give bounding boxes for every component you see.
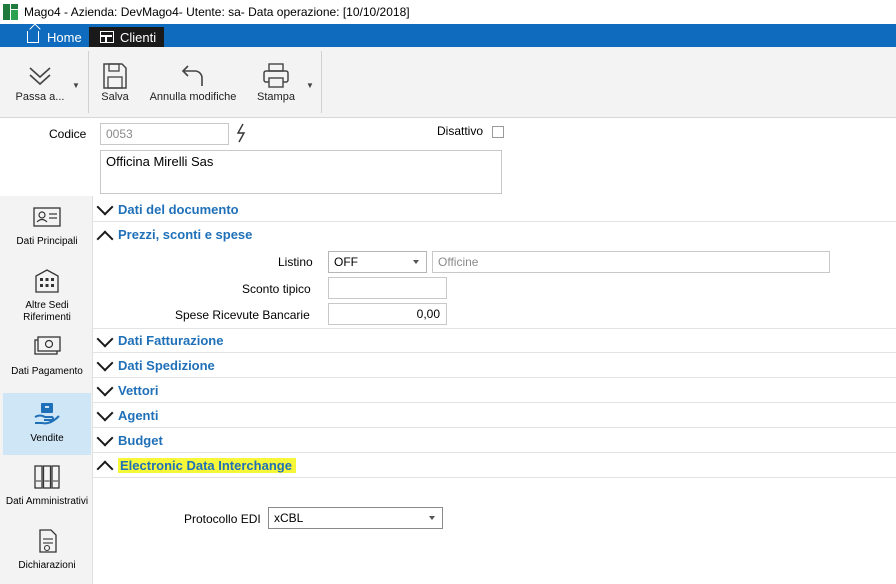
- section-title: Vettori: [118, 382, 159, 398]
- protocollo-edi-label: Protocollo EDI: [184, 512, 261, 526]
- id-card-icon: [32, 204, 62, 230]
- passa-a-button[interactable]: Passa a...: [10, 47, 70, 117]
- section-title: Prezzi, sconti e spese: [118, 227, 253, 242]
- section-title: Dati Spedizione: [118, 357, 215, 373]
- section-dati-spedizione[interactable]: Dati Spedizione: [93, 353, 896, 378]
- home-icon: [26, 30, 42, 44]
- disattivo-checkbox[interactable]: [492, 126, 504, 138]
- chevron-up-icon: [96, 228, 118, 242]
- stampa-dropdown-icon[interactable]: ▼: [306, 81, 314, 90]
- chevron-down-icon: [96, 433, 118, 447]
- codice-field[interactable]: 0053: [100, 123, 229, 145]
- sidebar-item-dati-pagamento[interactable]: Dati Pagamento: [3, 326, 91, 390]
- section-dati-fatturazione[interactable]: Dati Fatturazione: [93, 328, 896, 353]
- sidebar-label-dichiarazioni: Dichiarazioni: [18, 560, 76, 571]
- sidebar-label-dati-pagamento: Dati Pagamento: [11, 366, 83, 377]
- passa-a-label: Passa a...: [15, 91, 65, 103]
- section-title: Dati del documento: [118, 201, 239, 217]
- chevron-up-icon: [96, 458, 118, 472]
- tab-home[interactable]: Home: [16, 27, 88, 47]
- ragione-sociale-field[interactable]: Officina Mirelli Sas: [100, 150, 502, 194]
- sidebar-item-dichiarazioni[interactable]: Dichiarazioni: [3, 520, 91, 582]
- codice-label: Codice: [49, 127, 87, 141]
- sidebar-label-altre-sedi: Altre Sedi Riferimenti: [23, 300, 71, 323]
- listino-select[interactable]: OFF: [328, 251, 427, 273]
- section-dati-documento[interactable]: Dati del documento: [93, 197, 896, 222]
- binders-icon: [32, 464, 62, 490]
- protocollo-edi-value: xCBL: [274, 511, 304, 525]
- salva-label: Salva: [101, 91, 129, 103]
- sidebar-item-dati-amministrativi[interactable]: Dati Amministrativi: [3, 456, 91, 520]
- double-chevron-down-icon: [25, 61, 55, 91]
- chevron-down-icon: [96, 408, 118, 422]
- tab-clienti[interactable]: Clienti: [89, 27, 164, 47]
- spese-ricevute-label: Spese Ricevute Bancarie: [175, 308, 310, 322]
- listino-label: Listino: [278, 255, 313, 269]
- section-edi[interactable]: Electronic Data Interchange: [93, 453, 896, 478]
- spese-ricevute-field[interactable]: 0,00: [328, 303, 447, 325]
- lightning-icon[interactable]: [235, 123, 247, 146]
- section-title: Electronic Data Interchange: [118, 457, 296, 473]
- tab-strip: Home Clienti: [0, 24, 896, 47]
- mago-logo-icon: [3, 4, 19, 20]
- chevron-down-icon: [96, 334, 118, 348]
- protocollo-edi-select[interactable]: xCBL: [268, 507, 443, 529]
- chevron-down-icon: [429, 516, 435, 520]
- undo-icon: [178, 61, 208, 91]
- section-prezzi[interactable]: Prezzi, sconti e spese: [93, 222, 896, 247]
- sidebar-label-dati-principali: Dati Principali: [16, 236, 78, 247]
- section-title: Agenti: [118, 407, 159, 423]
- chevron-down-icon: [96, 383, 118, 397]
- salva-button[interactable]: Salva: [94, 47, 136, 117]
- printer-icon: [261, 61, 291, 91]
- chevron-down-icon: [413, 260, 419, 264]
- tab-home-label: Home: [47, 29, 82, 45]
- window-title: Mago4 - Azienda: DevMago4- Utente: sa- D…: [24, 5, 410, 19]
- building-icon: [32, 268, 62, 294]
- document-icon: [32, 528, 62, 554]
- stampa-button[interactable]: Stampa: [252, 47, 300, 117]
- annulla-modifiche-label: Annulla modifiche: [149, 91, 237, 103]
- section-title: Dati Fatturazione: [118, 333, 224, 348]
- listino-value: OFF: [334, 255, 358, 269]
- chevron-down-icon: [96, 202, 118, 216]
- sconto-tipico-label: Sconto tipico: [242, 282, 311, 296]
- sidebar-label-vendite: Vendite: [30, 433, 64, 444]
- stampa-label: Stampa: [257, 91, 295, 103]
- sidebar-label-dati-amministrativi: Dati Amministrativi: [5, 496, 89, 507]
- title-bar: Mago4 - Azienda: DevMago4- Utente: sa- D…: [0, 0, 896, 24]
- toolbar: Passa a... ▼ Salva Annulla modifiche Sta…: [0, 47, 896, 118]
- annulla-modifiche-button[interactable]: Annulla modifiche: [143, 47, 243, 117]
- form-icon: [99, 30, 115, 44]
- tab-clienti-label: Clienti: [120, 29, 157, 45]
- sconto-tipico-field[interactable]: [328, 277, 447, 299]
- section-budget[interactable]: Budget: [93, 428, 896, 453]
- disattivo-label: Disattivo: [437, 124, 484, 138]
- section-title: Budget: [118, 432, 163, 448]
- chevron-down-icon: [96, 358, 118, 372]
- save-icon: [100, 61, 130, 91]
- passa-a-dropdown-icon[interactable]: ▼: [72, 81, 80, 90]
- hand-box-icon: [32, 401, 62, 427]
- listino-description: Officine: [432, 251, 830, 273]
- sidebar-item-altre-sedi[interactable]: Altre Sedi Riferimenti: [3, 260, 91, 326]
- sidebar: Dati Principali Altre Sedi Riferimenti D…: [0, 196, 93, 584]
- section-vettori[interactable]: Vettori: [93, 378, 896, 403]
- money-icon: [32, 334, 62, 360]
- section-agenti[interactable]: Agenti: [93, 403, 896, 428]
- sidebar-item-dati-principali[interactable]: Dati Principali: [3, 196, 91, 260]
- sidebar-item-vendite[interactable]: Vendite: [3, 393, 91, 455]
